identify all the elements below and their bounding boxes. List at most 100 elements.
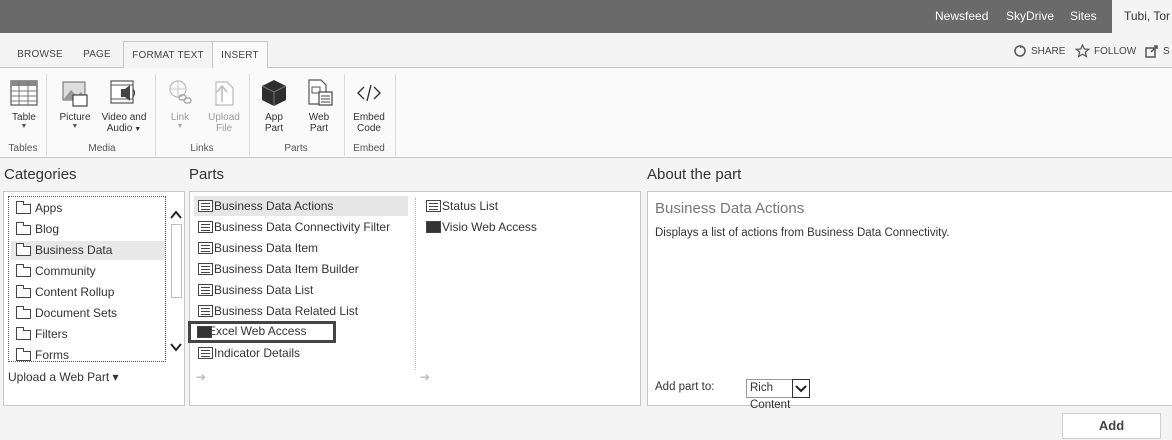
- add-part-to-select[interactable]: Rich Content: [746, 379, 810, 411]
- category-item-document-sets[interactable]: Document Sets: [11, 304, 165, 323]
- category-item-community[interactable]: Community: [11, 262, 165, 281]
- picture-caret: ▼: [71, 123, 79, 130]
- web-part-list-icon: [198, 347, 213, 359]
- parts-column-divider: [415, 198, 416, 370]
- web-part-list-icon: [198, 263, 213, 275]
- sync-button[interactable]: S: [1145, 43, 1170, 61]
- folder-icon: [16, 264, 31, 277]
- category-item-business-data[interactable]: Business Data: [11, 241, 165, 260]
- app-part-button[interactable]: App Part: [256, 78, 292, 134]
- part-item-business-data-actions[interactable]: Business Data Actions: [194, 196, 408, 216]
- folder-icon: [16, 327, 31, 340]
- upload-web-part-link[interactable]: Upload a Web Part ▾: [8, 370, 119, 384]
- picture-icon: [62, 81, 88, 107]
- visio-icon: [426, 221, 441, 233]
- share-label: SHARE: [1031, 46, 1066, 57]
- table-icon: [10, 80, 38, 106]
- picture-button[interactable]: Picture ▼: [56, 78, 94, 131]
- ribbon-tab-row: BROWSE PAGE FORMAT TEXT INSERT SHARE FOL…: [0, 33, 1172, 69]
- ribbon: Table ▼ Tables Picture ▼ Video and Audio…: [0, 68, 1172, 158]
- web-part-list-icon: [198, 200, 213, 212]
- tab-browse[interactable]: BROWSE: [10, 41, 70, 68]
- chevron-up-icon[interactable]: [169, 208, 183, 222]
- upload-file-button[interactable]: Upload File: [204, 78, 244, 134]
- picture-label: Picture: [59, 112, 91, 123]
- part-item-business-data-list[interactable]: Business Data List: [194, 280, 408, 300]
- part-item-business-data-related-list[interactable]: Business Data Related List: [194, 301, 408, 321]
- web-part-list-icon: [198, 284, 213, 296]
- web-part-icon: [308, 79, 333, 106]
- excel-icon: [197, 326, 212, 338]
- part-item-business-data-item[interactable]: Business Data Item: [194, 238, 408, 258]
- part-item-excel-web-access[interactable]: Excel Web Access: [188, 321, 336, 343]
- part-item-business-data-connectivity-filter[interactable]: Business Data Connectivity Filter: [194, 217, 408, 237]
- video-audio-button[interactable]: Video and Audio ▼: [98, 78, 150, 135]
- share-button[interactable]: SHARE: [1013, 43, 1065, 61]
- app-part-icon: [261, 80, 287, 106]
- chevron-down-icon: [795, 385, 807, 393]
- categories-scrollbar[interactable]: [167, 196, 185, 362]
- about-heading: About the part: [647, 166, 742, 183]
- dropdown-chevron[interactable]: [792, 379, 810, 398]
- category-item-filters[interactable]: Filters: [11, 325, 165, 344]
- table-button[interactable]: Table ▼: [6, 78, 42, 131]
- group-label-embed: Embed: [353, 143, 385, 154]
- add-part-to-value: Rich Content: [750, 382, 791, 411]
- video-audio-label-1: Video and: [101, 112, 147, 123]
- group-label-tables: Tables: [8, 143, 38, 154]
- tab-insert[interactable]: INSERT: [212, 41, 268, 69]
- web-part-list-icon: [198, 242, 213, 254]
- add-part-to-label: Add part to:: [655, 381, 715, 393]
- categories-list[interactable]: Apps Blog Business Data Community Conten…: [8, 196, 166, 362]
- about-panel: Business Data Actions Displays a list of…: [647, 191, 1172, 411]
- user-menu[interactable]: Tubi, Tor: [1112, 0, 1172, 33]
- categories-panel: Apps Blog Business Data Community Conten…: [3, 191, 185, 406]
- parts-next-arrow[interactable]: ➔: [420, 370, 430, 384]
- part-item-business-data-item-builder[interactable]: Business Data Item Builder: [194, 259, 408, 279]
- tab-format-text[interactable]: FORMAT TEXT: [123, 41, 213, 69]
- folder-icon: [16, 348, 31, 361]
- suite-link-newsfeed[interactable]: Newsfeed: [935, 0, 988, 33]
- app-part-label-2: Part: [264, 123, 284, 134]
- category-item-content-rollup[interactable]: Content Rollup: [11, 283, 165, 302]
- video-audio-label-2: Audio: [106, 123, 133, 134]
- parts-prev-arrow[interactable]: ➔: [196, 370, 206, 384]
- embed-code-icon: [357, 84, 381, 102]
- embed-code-button[interactable]: Embed Code: [350, 78, 388, 134]
- web-part-list-icon: [198, 305, 213, 317]
- folder-icon: [16, 306, 31, 319]
- web-part-label-1: Web: [308, 112, 330, 123]
- category-item-blog[interactable]: Blog: [11, 220, 165, 239]
- embed-code-label-1: Embed: [353, 112, 385, 123]
- suite-link-sites[interactable]: Sites: [1070, 0, 1097, 33]
- link-icon: [169, 80, 192, 104]
- web-part-label-2: Part: [309, 123, 329, 134]
- about-part-description: Displays a list of actions from Business…: [655, 227, 950, 239]
- category-item-forms[interactable]: Forms: [11, 346, 165, 365]
- group-separator: [249, 74, 250, 156]
- part-item-indicator-details[interactable]: Indicator Details: [194, 343, 408, 363]
- follow-label: FOLLOW: [1094, 46, 1137, 57]
- part-item-visio-web-access[interactable]: Visio Web Access: [422, 217, 622, 237]
- suite-link-skydrive[interactable]: SkyDrive: [1006, 0, 1054, 33]
- about-part-title: Business Data Actions: [655, 200, 805, 217]
- group-separator: [395, 74, 396, 156]
- suite-bar: Newsfeed SkyDrive Sites Tubi, Tor: [0, 0, 1172, 33]
- upload-icon: [215, 81, 234, 106]
- part-item-status-list[interactable]: Status List: [422, 196, 622, 216]
- group-separator: [155, 74, 156, 156]
- tab-page[interactable]: PAGE: [74, 41, 120, 68]
- sync-icon: [1145, 45, 1158, 59]
- table-caret: ▼: [20, 123, 28, 130]
- scroll-thumb[interactable]: [171, 224, 182, 298]
- folder-icon: [16, 222, 31, 235]
- link-caret: ▼: [176, 123, 184, 130]
- share-icon: [1014, 45, 1026, 58]
- chevron-down-icon[interactable]: [169, 340, 183, 354]
- follow-button[interactable]: FOLLOW: [1074, 43, 1137, 61]
- web-part-button[interactable]: Web Part: [300, 78, 338, 134]
- add-button[interactable]: Add: [1062, 413, 1161, 439]
- category-item-apps[interactable]: Apps: [11, 199, 165, 218]
- link-button[interactable]: Link ▼: [163, 78, 197, 131]
- web-part-list-icon: [198, 221, 213, 233]
